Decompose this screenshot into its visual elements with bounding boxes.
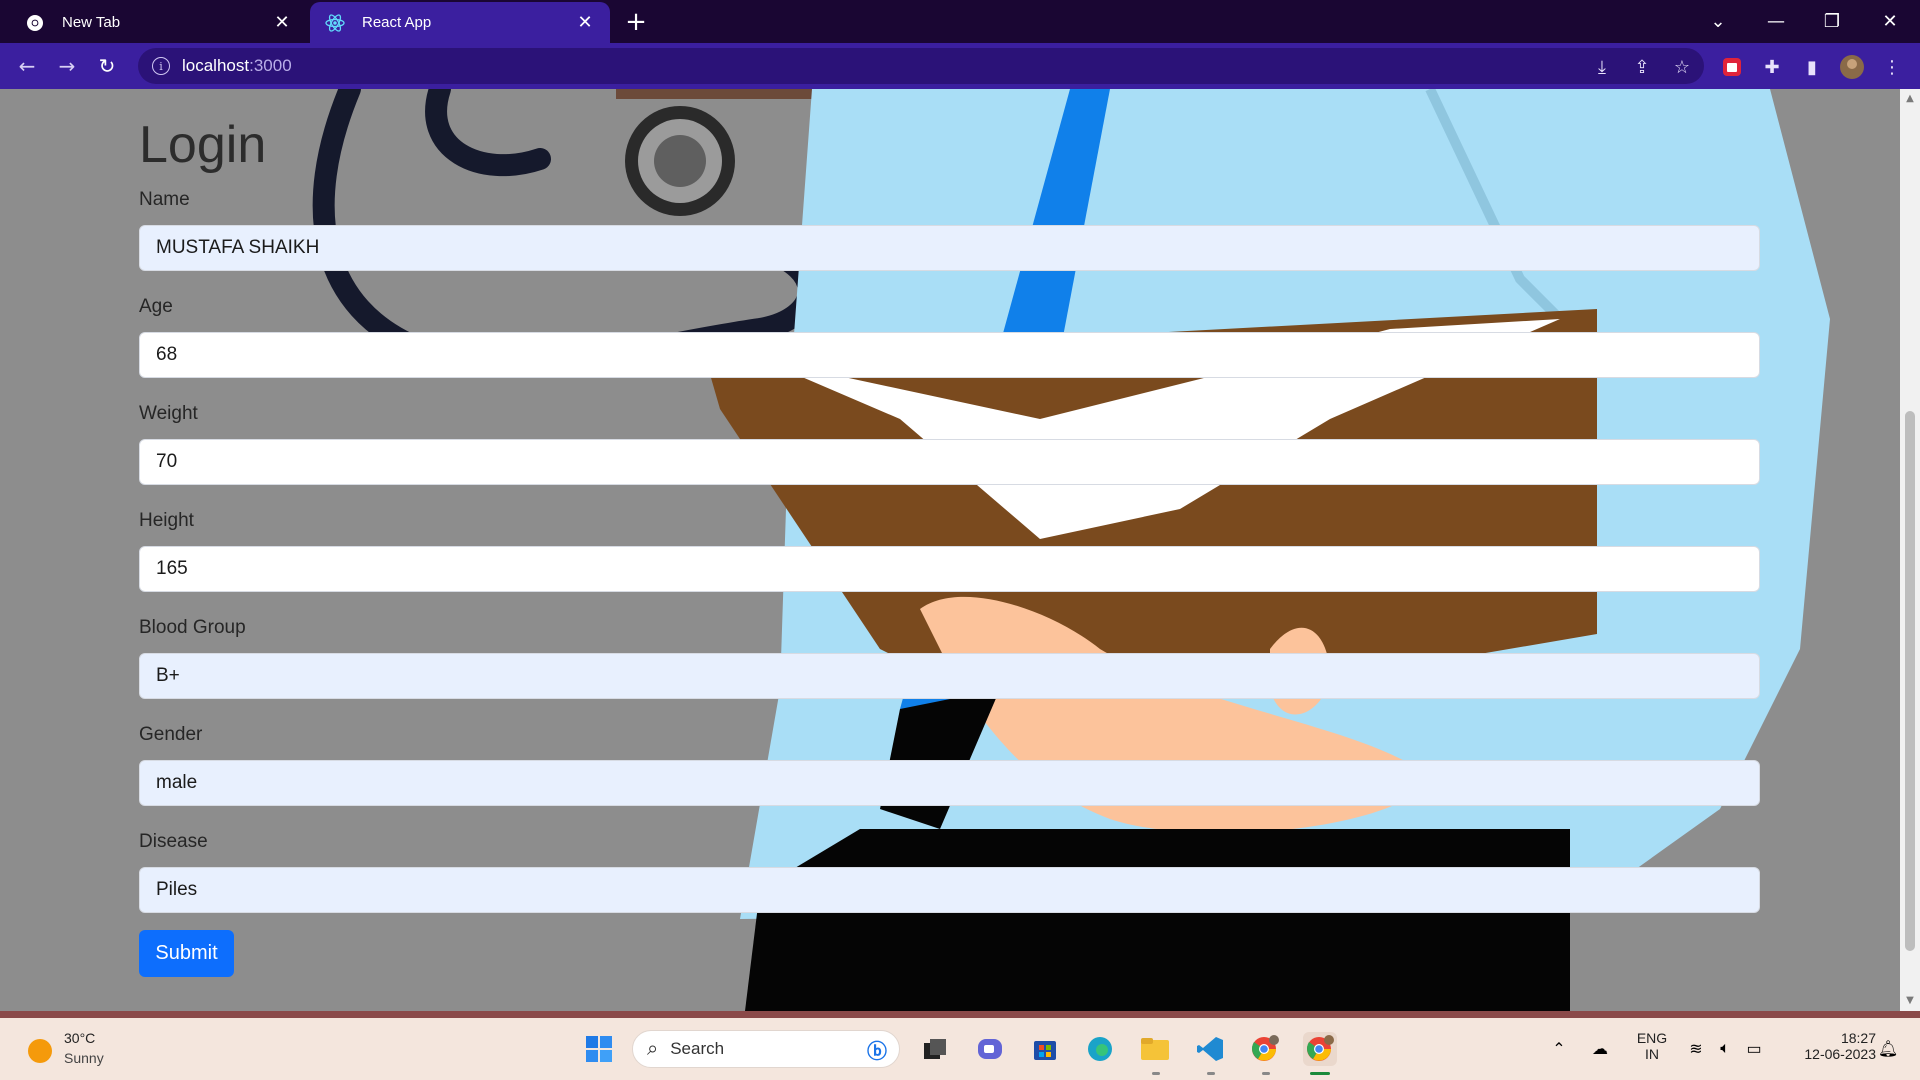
tab-search-icon[interactable]: ⌄ (1690, 0, 1746, 43)
address-bar[interactable]: i localhost:3000 (138, 48, 1704, 84)
disease-label: Disease (139, 831, 208, 852)
site-info-icon[interactable]: i (152, 57, 170, 75)
clock[interactable]: 18:27 12-06-2023 (1780, 1030, 1876, 1062)
disease-input[interactable] (139, 867, 1760, 913)
language-code: ENG (1636, 1030, 1668, 1046)
notification-bell-icon[interactable]: 🔔︎ (1876, 1032, 1900, 1066)
forward-icon[interactable]: → (52, 51, 82, 81)
scroll-up-icon[interactable]: ▲ (1904, 93, 1916, 105)
chrome-icon (24, 12, 46, 34)
wifi-icon[interactable]: ≋ (1683, 1032, 1709, 1066)
height-label: Height (139, 510, 194, 531)
edge-icon[interactable] (1083, 1032, 1117, 1066)
windows-start-icon[interactable] (582, 1032, 616, 1066)
back-icon[interactable]: ← (12, 51, 42, 81)
running-indicator (1207, 1072, 1215, 1075)
blood-group-label: Blood Group (139, 617, 246, 638)
page-title: Login (139, 116, 267, 174)
name-input[interactable] (139, 225, 1760, 271)
weather-temperature[interactable]: 30°C (64, 1030, 95, 1046)
taskbar: 30°C Sunny ⌕ Search ⓑ ⌃ ☁ ENG IN ≋ 🔈︎ ▭ (0, 1018, 1920, 1080)
side-panel-icon[interactable]: ▮ (1798, 53, 1826, 81)
teams-chat-icon[interactable] (973, 1032, 1007, 1066)
chrome-profile-2-icon[interactable] (1303, 1032, 1337, 1066)
microsoft-store-icon[interactable] (1028, 1032, 1062, 1066)
file-explorer-icon[interactable] (1138, 1032, 1172, 1066)
age-label: Age (139, 296, 173, 317)
bookmark-star-icon[interactable]: ☆ (1668, 53, 1696, 81)
clock-time: 18:27 (1840, 1030, 1876, 1046)
tab-label: New Tab (62, 14, 121, 31)
age-input[interactable] (139, 332, 1760, 378)
task-view-icon[interactable] (918, 1032, 952, 1066)
reload-icon[interactable]: ↻ (92, 51, 122, 81)
tab-react-app[interactable]: React App ✕ (310, 2, 610, 43)
search-icon: ⌕ (647, 1037, 659, 1060)
height-input[interactable] (139, 546, 1760, 592)
url-host: localhost (182, 56, 250, 75)
install-icon[interactable]: ⤓ (1588, 53, 1616, 81)
tab-new-tab[interactable]: New Tab ✕ (10, 2, 307, 43)
name-label: Name (139, 189, 190, 210)
close-window-button[interactable]: ✕ (1862, 0, 1918, 43)
page-scrollbar[interactable]: ▲ ▼ (1900, 89, 1920, 1011)
region-code: IN (1645, 1046, 1659, 1062)
react-icon (324, 12, 346, 34)
puzzle-icon[interactable]: ✚ (1758, 53, 1786, 81)
gender-input[interactable] (139, 760, 1760, 806)
page-bottom-edge (0, 1011, 1920, 1018)
search-placeholder: Search (670, 1039, 725, 1058)
new-tab-button[interactable]: + (622, 7, 650, 37)
scroll-down-icon[interactable]: ▼ (1904, 995, 1916, 1007)
sun-icon[interactable] (28, 1039, 52, 1063)
tab-strip: New Tab ✕ React App ✕ + ⌄ — ❐ ✕ (0, 0, 1920, 43)
tab-label: React App (362, 14, 432, 31)
battery-icon[interactable]: ▭ (1741, 1032, 1767, 1066)
browser-toolbar: ← → ↻ i localhost:3000 ⤓ ⇪ ☆ ✚ ▮ ⋮ (0, 43, 1920, 89)
weight-label: Weight (139, 403, 198, 424)
menu-icon[interactable]: ⋮ (1878, 53, 1906, 81)
url-port: :3000 (249, 56, 292, 75)
taskbar-search[interactable]: ⌕ Search ⓑ (632, 1030, 900, 1068)
chrome-profile-1-icon[interactable] (1248, 1032, 1282, 1066)
running-indicator (1152, 1072, 1160, 1075)
active-indicator (1310, 1072, 1330, 1075)
weight-input[interactable] (139, 439, 1760, 485)
scrollbar-thumb[interactable] (1905, 411, 1915, 951)
bing-icon[interactable]: ⓑ (867, 1035, 887, 1064)
close-tab-icon[interactable]: ✕ (574, 12, 596, 34)
submit-button[interactable]: Submit (139, 930, 234, 977)
running-indicator (1262, 1072, 1270, 1075)
extension-icon[interactable] (1718, 53, 1746, 81)
page-viewport: Login Name Age Weight Height Blood Group… (0, 89, 1900, 1011)
clock-date: 12-06-2023 (1804, 1046, 1876, 1062)
blood-group-input[interactable] (139, 653, 1760, 699)
share-icon[interactable]: ⇪ (1628, 53, 1656, 81)
close-tab-icon[interactable]: ✕ (271, 12, 293, 34)
onedrive-icon[interactable]: ☁ (1585, 1032, 1615, 1066)
gender-label: Gender (139, 724, 203, 745)
profile-avatar[interactable] (1838, 53, 1866, 81)
language-indicator[interactable]: ENG IN (1628, 1030, 1676, 1062)
minimize-button[interactable]: — (1748, 0, 1804, 43)
restore-button[interactable]: ❐ (1804, 0, 1860, 43)
volume-icon[interactable]: 🔈︎ (1712, 1032, 1738, 1066)
chevron-up-icon[interactable]: ⌃ (1545, 1032, 1573, 1066)
vscode-icon[interactable] (1193, 1032, 1227, 1066)
weather-condition[interactable]: Sunny (64, 1050, 104, 1066)
